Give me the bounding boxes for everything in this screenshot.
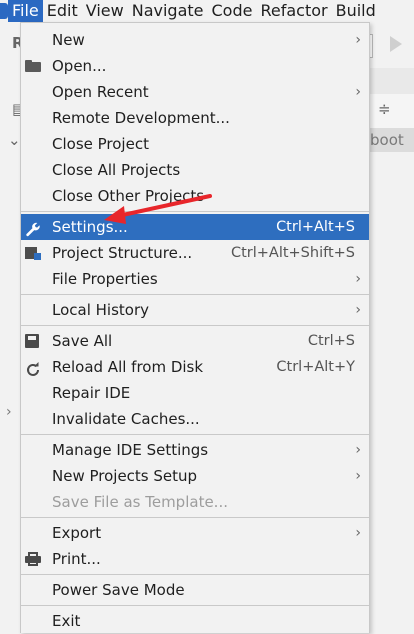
toolbar-align-icon[interactable]: ≑: [378, 100, 391, 118]
panel-boot-text: boot: [370, 131, 404, 149]
menu-item-label: Exit: [52, 612, 81, 630]
submenu-arrow-icon: ›: [355, 525, 361, 541]
menu-item-label: Remote Development...: [52, 109, 230, 127]
menu-item-label: Export: [52, 524, 102, 542]
shortcut-text: Ctrl+Alt+S: [276, 219, 355, 235]
menu-item-exit[interactable]: Exit: [21, 608, 369, 634]
menu-view[interactable]: View: [82, 0, 128, 22]
menu-item-settings[interactable]: Settings... Ctrl+Alt+S: [21, 214, 369, 240]
submenu-arrow-icon: ›: [355, 442, 361, 458]
submenu-arrow-icon: ›: [355, 302, 361, 318]
menu-separator: [21, 211, 369, 212]
menu-separator: [21, 434, 369, 435]
menu-item-label: Power Save Mode: [52, 581, 185, 599]
reload-icon: [25, 360, 41, 376]
menu-item-reload-all[interactable]: Reload All from Disk Ctrl+Alt+Y: [21, 354, 369, 380]
menu-code[interactable]: Code: [208, 0, 257, 22]
submenu-arrow-icon: ›: [355, 84, 361, 100]
menu-separator: [21, 294, 369, 295]
menu-item-save-all[interactable]: Save All Ctrl+S: [21, 328, 369, 354]
file-menu-dropdown: New › Open... Open Recent › Remote Devel…: [20, 22, 370, 633]
submenu-arrow-icon: ›: [355, 32, 361, 48]
menu-file[interactable]: File: [8, 0, 43, 22]
menu-item-save-file-as-template: Save File as Template...: [21, 489, 369, 515]
menu-item-label: Manage IDE Settings: [52, 441, 209, 459]
menu-item-local-history[interactable]: Local History ›: [21, 297, 369, 323]
menu-separator: [21, 574, 369, 575]
menu-item-label: Settings...: [52, 218, 128, 236]
submenu-arrow-icon: ›: [355, 271, 361, 287]
menu-item-new[interactable]: New ›: [21, 27, 369, 53]
menu-item-label: Invalidate Caches...: [52, 410, 200, 428]
menu-item-manage-ide-settings[interactable]: Manage IDE Settings ›: [21, 437, 369, 463]
menu-item-new-projects-setup[interactable]: New Projects Setup ›: [21, 463, 369, 489]
submenu-arrow-icon: ›: [355, 468, 361, 484]
menu-item-label: Local History: [52, 301, 150, 319]
menu-item-label: Save All: [52, 332, 113, 350]
shortcut-text: Ctrl+Alt+Y: [276, 359, 355, 375]
menu-item-close-other-projects[interactable]: Close Other Projects: [21, 183, 369, 209]
menu-item-open-recent[interactable]: Open Recent ›: [21, 79, 369, 105]
menu-item-label: Save File as Template...: [52, 493, 228, 511]
menu-item-label: Project Structure...: [52, 244, 193, 262]
menu-item-print[interactable]: Print...: [21, 546, 369, 572]
menu-item-label: Open Recent: [52, 83, 149, 101]
wrench-icon: [25, 220, 41, 237]
folder-icon: [25, 59, 41, 73]
menu-build[interactable]: Build: [332, 0, 380, 22]
menu-item-remote-development[interactable]: Remote Development...: [21, 105, 369, 131]
menu-item-file-properties[interactable]: File Properties ›: [21, 266, 369, 292]
menu-item-project-structure[interactable]: Project Structure... Ctrl+Alt+Shift+S: [21, 240, 369, 266]
menu-item-label: Open...: [52, 57, 107, 75]
menu-item-power-save-mode[interactable]: Power Save Mode: [21, 577, 369, 603]
menu-item-label: New: [52, 31, 85, 49]
menu-edit[interactable]: Edit: [43, 0, 82, 22]
menu-separator: [21, 325, 369, 326]
menu-bar: File Edit View Navigate Code Refactor Bu…: [0, 0, 414, 22]
run-play-icon[interactable]: [390, 36, 402, 52]
expand-chevron-icon[interactable]: ›: [6, 404, 12, 420]
menu-item-export[interactable]: Export ›: [21, 520, 369, 546]
print-icon: [25, 552, 41, 566]
menu-item-invalidate-caches[interactable]: Invalidate Caches...: [21, 406, 369, 432]
menu-item-label: Print...: [52, 550, 101, 568]
menu-item-label: File Properties: [52, 270, 158, 288]
menu-navigate[interactable]: Navigate: [128, 0, 208, 22]
menu-item-label: Close Other Projects: [52, 187, 205, 205]
save-icon: [25, 334, 41, 348]
menu-item-repair-ide[interactable]: Repair IDE: [21, 380, 369, 406]
menu-item-label: New Projects Setup: [52, 467, 198, 485]
menu-item-label: Close All Projects: [52, 161, 181, 179]
menu-refactor[interactable]: Refactor: [256, 0, 331, 22]
collapse-chevron-icon[interactable]: ⌄: [8, 131, 21, 149]
menu-item-label: Reload All from Disk: [52, 358, 204, 376]
shortcut-text: Ctrl+S: [307, 333, 355, 349]
app-logo-icon: [0, 3, 8, 19]
menu-item-label: Repair IDE: [52, 384, 131, 402]
menu-item-label: Close Project: [52, 135, 149, 153]
project-structure-icon: [25, 246, 41, 260]
menu-item-close-project[interactable]: Close Project: [21, 131, 369, 157]
shortcut-text: Ctrl+Alt+Shift+S: [230, 245, 355, 261]
menu-separator: [21, 605, 369, 606]
menu-separator: [21, 517, 369, 518]
menu-item-open[interactable]: Open...: [21, 53, 369, 79]
menu-item-close-all-projects[interactable]: Close All Projects: [21, 157, 369, 183]
